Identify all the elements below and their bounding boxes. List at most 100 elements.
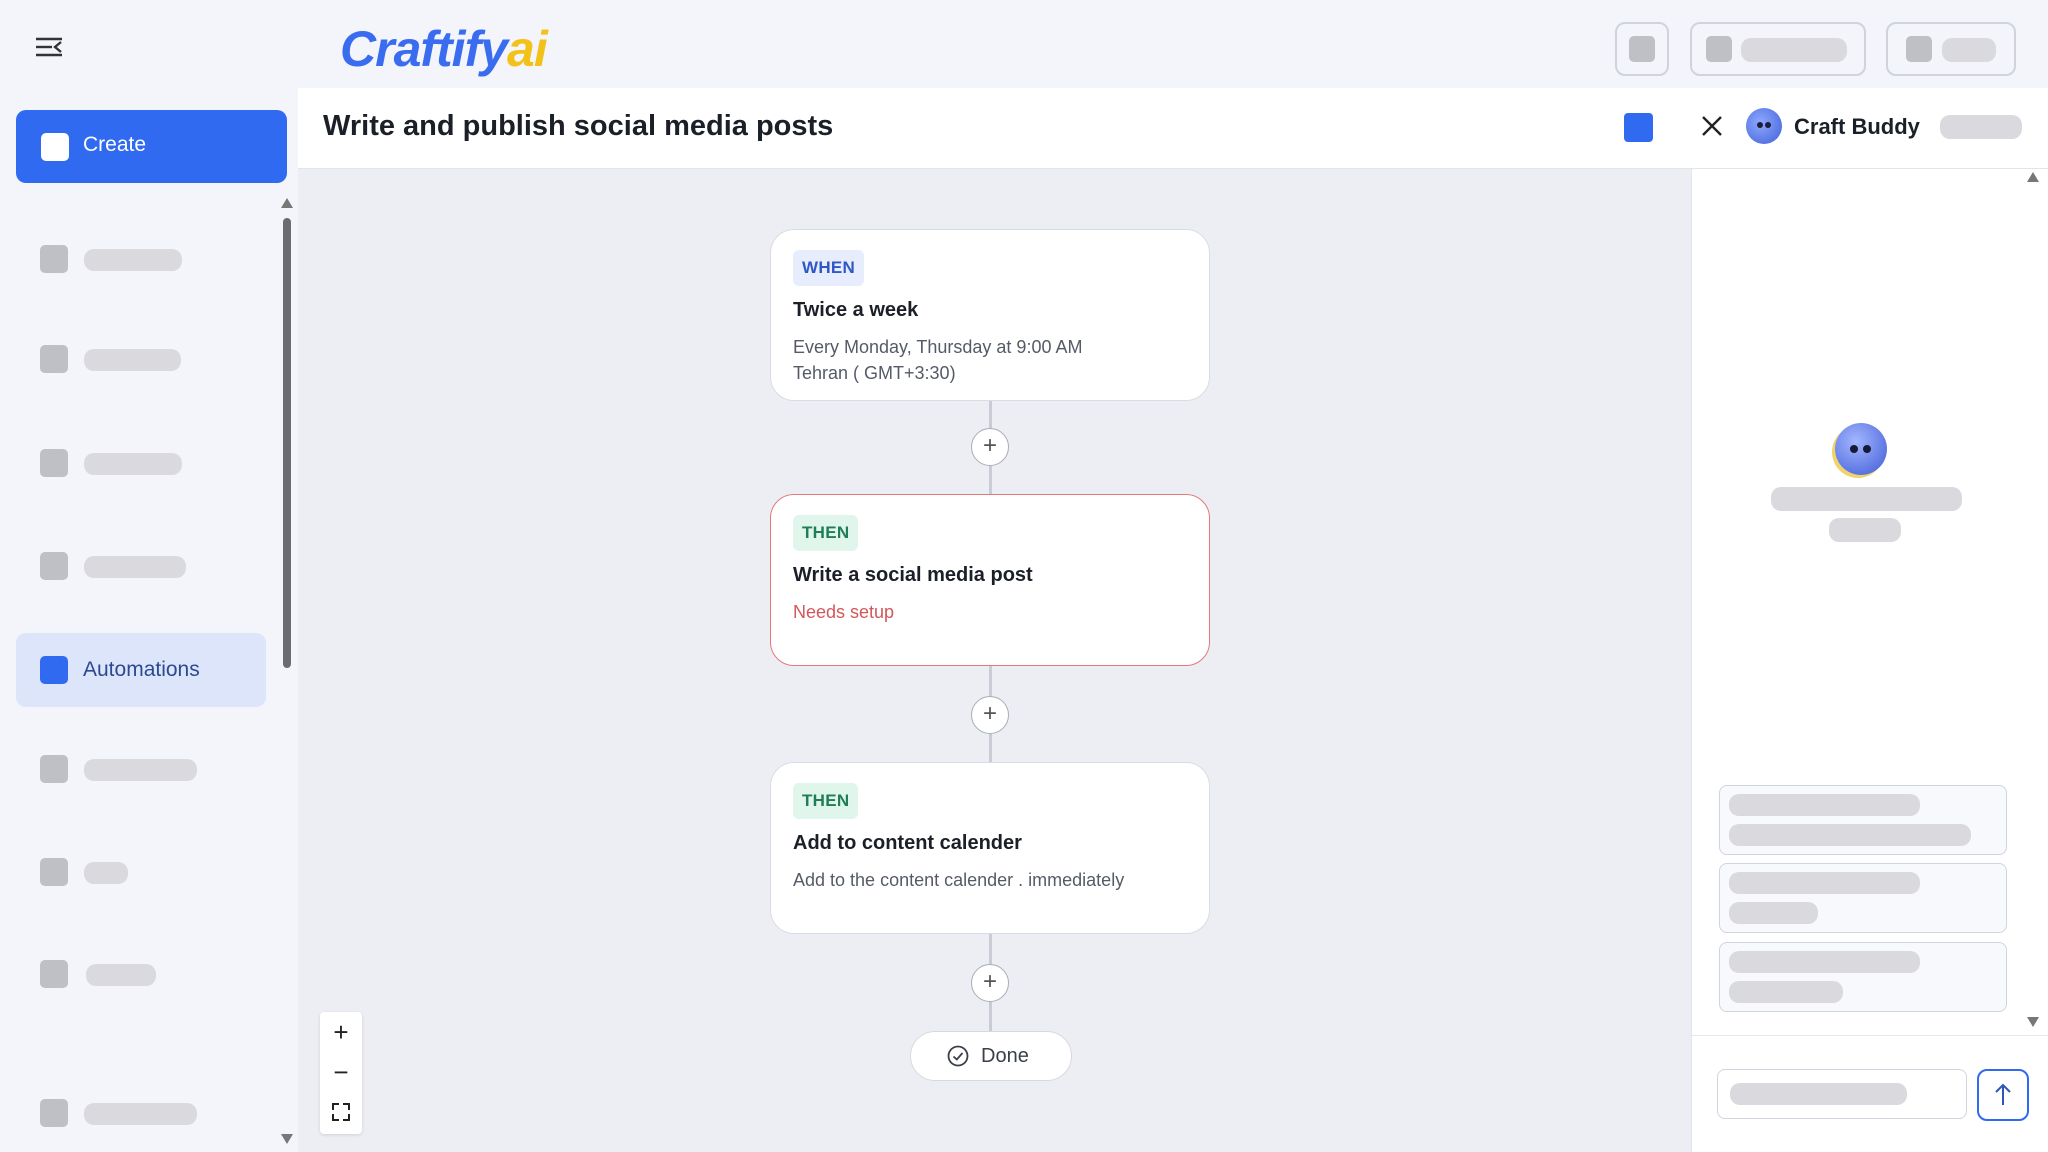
placeholder-label xyxy=(1942,38,1996,62)
workflow-canvas[interactable]: WHEN Twice a week Every Monday, Thursday… xyxy=(298,169,1691,1152)
placeholder-icon xyxy=(40,245,68,273)
connector-line xyxy=(989,934,992,968)
placeholder-label xyxy=(1729,902,1818,924)
assistant-panel xyxy=(1691,169,2048,1152)
placeholder-label xyxy=(1730,1083,1907,1105)
menu-collapse-icon[interactable] xyxy=(34,36,64,58)
create-icon xyxy=(41,133,69,161)
placeholder-label xyxy=(84,862,128,884)
placeholder-label xyxy=(1940,115,2022,139)
suggestion-card[interactable] xyxy=(1719,863,2007,933)
scroll-up-icon[interactable] xyxy=(2027,172,2039,182)
action-title: Write a social media post xyxy=(793,564,1033,586)
action-detail: Add to the content calender . immediatel… xyxy=(793,870,1125,890)
fit-view-icon[interactable] xyxy=(320,1092,362,1132)
scroll-down-icon[interactable] xyxy=(2027,1017,2039,1027)
placeholder-icon xyxy=(1629,36,1655,62)
when-tag: WHEN xyxy=(793,250,865,286)
placeholder-label xyxy=(84,556,186,578)
placeholder-label xyxy=(1729,824,1971,846)
suggestion-card[interactable] xyxy=(1719,785,2007,855)
connector-line xyxy=(989,734,992,762)
placeholder-label xyxy=(84,759,197,781)
scroll-down-icon[interactable] xyxy=(281,1134,293,1144)
placeholder-label xyxy=(1729,794,1920,816)
header-action-icon[interactable] xyxy=(1624,113,1653,142)
placeholder-icon xyxy=(40,858,68,886)
page-header: Write and publish social media posts Cra… xyxy=(298,88,2048,169)
arrow-up-icon xyxy=(1995,1083,2011,1105)
placeholder-icon xyxy=(1706,36,1732,62)
done-button[interactable]: Done xyxy=(910,1031,1072,1081)
add-step-button[interactable]: + xyxy=(971,696,1009,734)
schedule-text: Every Monday, Thursday at 9:00 AM xyxy=(793,337,1083,357)
sidebar-item[interactable] xyxy=(16,224,266,294)
toolbar-button[interactable] xyxy=(1886,22,2016,76)
add-step-button[interactable]: + xyxy=(971,964,1009,1002)
needs-setup-status: Needs setup xyxy=(793,602,895,622)
placeholder-label xyxy=(84,249,182,271)
placeholder-label xyxy=(86,964,156,986)
zoom-out-button[interactable]: − xyxy=(320,1052,362,1092)
divider xyxy=(1692,1035,2048,1036)
sidebar-item-automations[interactable]: Automations xyxy=(16,633,266,707)
add-step-button[interactable]: + xyxy=(971,428,1009,466)
placeholder-icon xyxy=(1906,36,1932,62)
placeholder-icon xyxy=(40,449,68,477)
connector-line xyxy=(989,666,992,700)
top-bar: Craftifyai xyxy=(0,0,2048,88)
placeholder-label xyxy=(84,453,182,475)
action-card-write-post[interactable]: THEN Write a social media post Needs set… xyxy=(770,494,1210,666)
sidebar-item[interactable] xyxy=(16,734,266,804)
then-tag: THEN xyxy=(793,515,859,551)
placeholder-icon xyxy=(40,755,68,783)
done-label: Done xyxy=(981,1045,1029,1067)
sidebar-item-label: Automations xyxy=(83,658,200,681)
suggestion-card[interactable] xyxy=(1719,942,2007,1012)
assistant-avatar xyxy=(1746,108,1782,144)
sidebar-item[interactable] xyxy=(16,531,266,601)
sidebar-scrollbar[interactable] xyxy=(283,218,291,668)
create-button[interactable]: Create xyxy=(16,110,287,183)
chat-input[interactable] xyxy=(1717,1069,1967,1119)
assistant-bot-icon xyxy=(1835,423,1887,475)
placeholder-label xyxy=(1729,981,1843,1003)
sidebar-item[interactable] xyxy=(16,324,266,394)
zoom-controls: + − xyxy=(320,1012,362,1134)
sidebar-item[interactable] xyxy=(16,428,266,498)
placeholder-label xyxy=(84,349,181,371)
zoom-in-button[interactable]: + xyxy=(320,1012,362,1052)
trigger-schedule: Every Monday, Thursday at 9:00 AM Tehran… xyxy=(793,334,1082,386)
create-label: Create xyxy=(83,133,147,156)
toolbar-icon-button[interactable] xyxy=(1615,22,1669,76)
placeholder-icon xyxy=(40,345,68,373)
app-logo[interactable]: Craftifyai xyxy=(340,20,548,78)
sidebar-item[interactable] xyxy=(16,837,266,907)
placeholder-label xyxy=(1729,872,1920,894)
placeholder-icon xyxy=(40,1099,68,1127)
placeholder-label xyxy=(84,1103,197,1125)
page-title: Write and publish social media posts xyxy=(323,110,834,142)
check-circle-icon xyxy=(947,1045,969,1067)
placeholder-icon xyxy=(40,552,68,580)
sidebar: Create Automations xyxy=(0,88,298,1152)
placeholder-label xyxy=(1729,951,1920,973)
scroll-up-icon[interactable] xyxy=(281,198,293,208)
close-icon[interactable] xyxy=(1698,112,1726,140)
connector-line xyxy=(989,466,992,494)
action-card-content-calendar[interactable]: THEN Add to content calender Add to the … xyxy=(770,762,1210,934)
then-tag: THEN xyxy=(793,783,859,819)
action-title: Add to content calender xyxy=(793,832,1022,854)
assistant-name: Craft Buddy xyxy=(1794,114,1920,139)
connector-line xyxy=(989,1002,992,1031)
trigger-card[interactable]: WHEN Twice a week Every Monday, Thursday… xyxy=(770,229,1210,401)
automations-icon xyxy=(40,656,68,684)
send-button[interactable] xyxy=(1977,1069,2029,1121)
placeholder-label xyxy=(1741,38,1847,62)
timezone-text: Tehran ( GMT+3:30) xyxy=(793,363,956,383)
sidebar-item[interactable] xyxy=(16,939,266,1009)
sidebar-item[interactable] xyxy=(16,1078,266,1148)
toolbar-button[interactable] xyxy=(1690,22,1866,76)
trigger-title: Twice a week xyxy=(793,299,919,321)
placeholder-label xyxy=(1771,487,1962,511)
